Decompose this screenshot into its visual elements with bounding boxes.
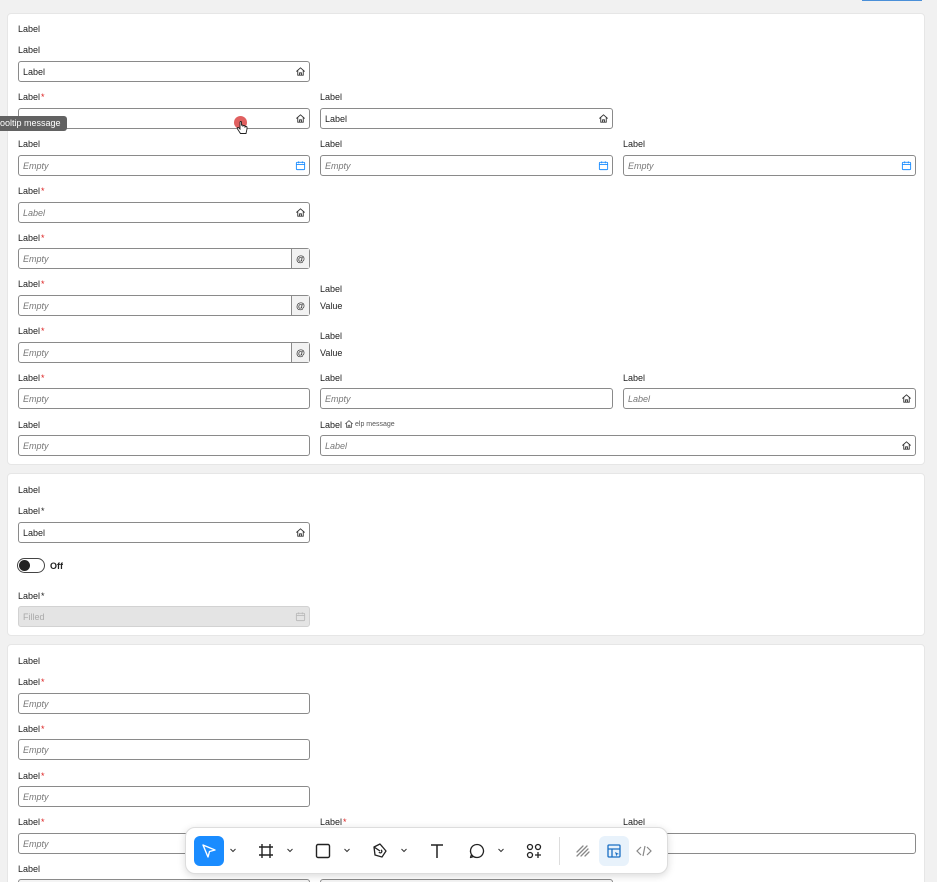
components-icon: [526, 843, 542, 859]
field-label-required: Label*: [18, 677, 45, 687]
text-input-with-icon[interactable]: Label: [18, 522, 310, 543]
text-input-with-icon[interactable]: Label: [320, 108, 613, 129]
calendar-icon: [291, 156, 309, 175]
help-message: elp message: [355, 421, 395, 428]
home-icon: [291, 109, 309, 128]
toolbar-divider: [559, 837, 560, 865]
dev-mode-button[interactable]: [629, 836, 659, 866]
chevron-down-icon[interactable]: [400, 846, 408, 856]
calendar-icon: [291, 607, 309, 626]
frame-tool-button[interactable]: [251, 836, 281, 866]
tooltip: ooltip message: [0, 116, 67, 131]
field-label: Label: [18, 420, 41, 430]
top-button-edge[interactable]: [862, 0, 922, 1]
field-label-required: Label*: [18, 506, 45, 516]
home-icon: [291, 523, 309, 542]
field-label-required: Label*: [18, 724, 45, 734]
text-input-with-icon[interactable]: Label: [320, 435, 916, 456]
components-tool-button[interactable]: [519, 836, 549, 866]
field-label-required: Label*: [18, 817, 45, 827]
pointer-icon: [202, 844, 216, 858]
date-input[interactable]: Empty: [320, 155, 613, 176]
text-input[interactable]: Empty: [18, 388, 310, 409]
pen-icon: [373, 843, 387, 858]
design-mode-button[interactable]: [599, 836, 629, 866]
at-sign-addon: @: [291, 343, 309, 362]
text-input[interactable]: Empty: [18, 786, 310, 807]
chevron-down-icon[interactable]: [497, 846, 505, 856]
draw-icon: [576, 845, 590, 857]
design-toolbar: [185, 827, 668, 874]
field-label: Label: [320, 420, 343, 430]
shape-tool-button[interactable]: [308, 836, 338, 866]
readonly-value: Value: [320, 301, 343, 311]
text-input[interactable]: Empty: [18, 693, 310, 714]
text-input[interactable]: Empty: [18, 435, 310, 456]
email-input[interactable]: Empty @: [18, 342, 310, 363]
section-title: Label: [18, 656, 41, 666]
hand-cursor-icon: [235, 120, 249, 136]
rectangle-icon: [315, 843, 331, 859]
toggle-switch[interactable]: [17, 558, 45, 573]
field-label: Label: [623, 139, 646, 149]
chevron-down-icon[interactable]: [286, 846, 294, 856]
field-label: Label: [320, 92, 343, 102]
email-input[interactable]: Empty @: [18, 248, 310, 269]
home-icon: [291, 203, 309, 222]
text-input-with-icon[interactable]: Label: [18, 202, 310, 223]
field-label: Label: [18, 864, 41, 874]
field-label-required: Label*: [18, 591, 45, 601]
chevron-down-icon[interactable]: [343, 846, 351, 856]
section-title: Label: [18, 485, 41, 495]
field-label: Label: [18, 45, 41, 55]
pen-tool-button[interactable]: [365, 836, 395, 866]
home-icon: [291, 62, 309, 81]
home-icon: [594, 109, 612, 128]
field-label-required: Label*: [18, 326, 45, 336]
at-sign-addon: @: [291, 249, 309, 268]
calendar-icon: [897, 156, 915, 175]
text-input[interactable]: Empty: [320, 388, 613, 409]
frame-icon: [259, 844, 273, 858]
calendar-icon: [594, 156, 612, 175]
text-icon: [431, 844, 443, 858]
email-input[interactable]: Empty @: [18, 295, 310, 316]
select-tool-button[interactable]: [194, 836, 224, 866]
text-input[interactable]: Empty: [18, 739, 310, 760]
field-label-required: Label*: [18, 233, 45, 243]
draw-mode-button[interactable]: [568, 836, 598, 866]
section-title: Label: [18, 24, 41, 34]
home-icon: [344, 419, 354, 429]
text-tool-button[interactable]: [422, 836, 452, 866]
readonly-value: Value: [320, 348, 343, 358]
comment-tool-button[interactable]: [462, 836, 492, 866]
toggle-label: Off: [50, 561, 63, 571]
field-label: Label: [320, 373, 343, 383]
field-label: Label: [18, 139, 41, 149]
at-sign-addon: @: [291, 296, 309, 315]
comment-icon: [469, 843, 485, 859]
chevron-down-icon[interactable]: [229, 846, 237, 856]
field-label-required: Label*: [18, 92, 45, 102]
design-mode-icon: [607, 844, 621, 858]
field-label: Label: [320, 139, 343, 149]
disabled-date-input: Filled: [18, 606, 310, 627]
readonly-label: Label: [320, 331, 343, 341]
date-input[interactable]: Empty: [623, 155, 916, 176]
home-icon: [897, 389, 915, 408]
field-label-required: Label*: [18, 186, 45, 196]
field-label: Label: [623, 373, 646, 383]
text-input-with-icon[interactable]: Label: [623, 388, 916, 409]
form-card-1: Label Label Label Label* Label Label Lab…: [7, 13, 925, 465]
field-label-required: Label*: [18, 771, 45, 781]
home-icon: [897, 436, 915, 455]
text-input-with-icon[interactable]: Label: [18, 61, 310, 82]
code-icon: [636, 845, 652, 857]
form-card-2: Label Label* Label Off Label* Filled: [7, 473, 925, 636]
readonly-label: Label: [320, 284, 343, 294]
field-label-required: Label*: [18, 279, 45, 289]
field-label-required: Label*: [18, 373, 45, 383]
date-input[interactable]: Empty: [18, 155, 310, 176]
